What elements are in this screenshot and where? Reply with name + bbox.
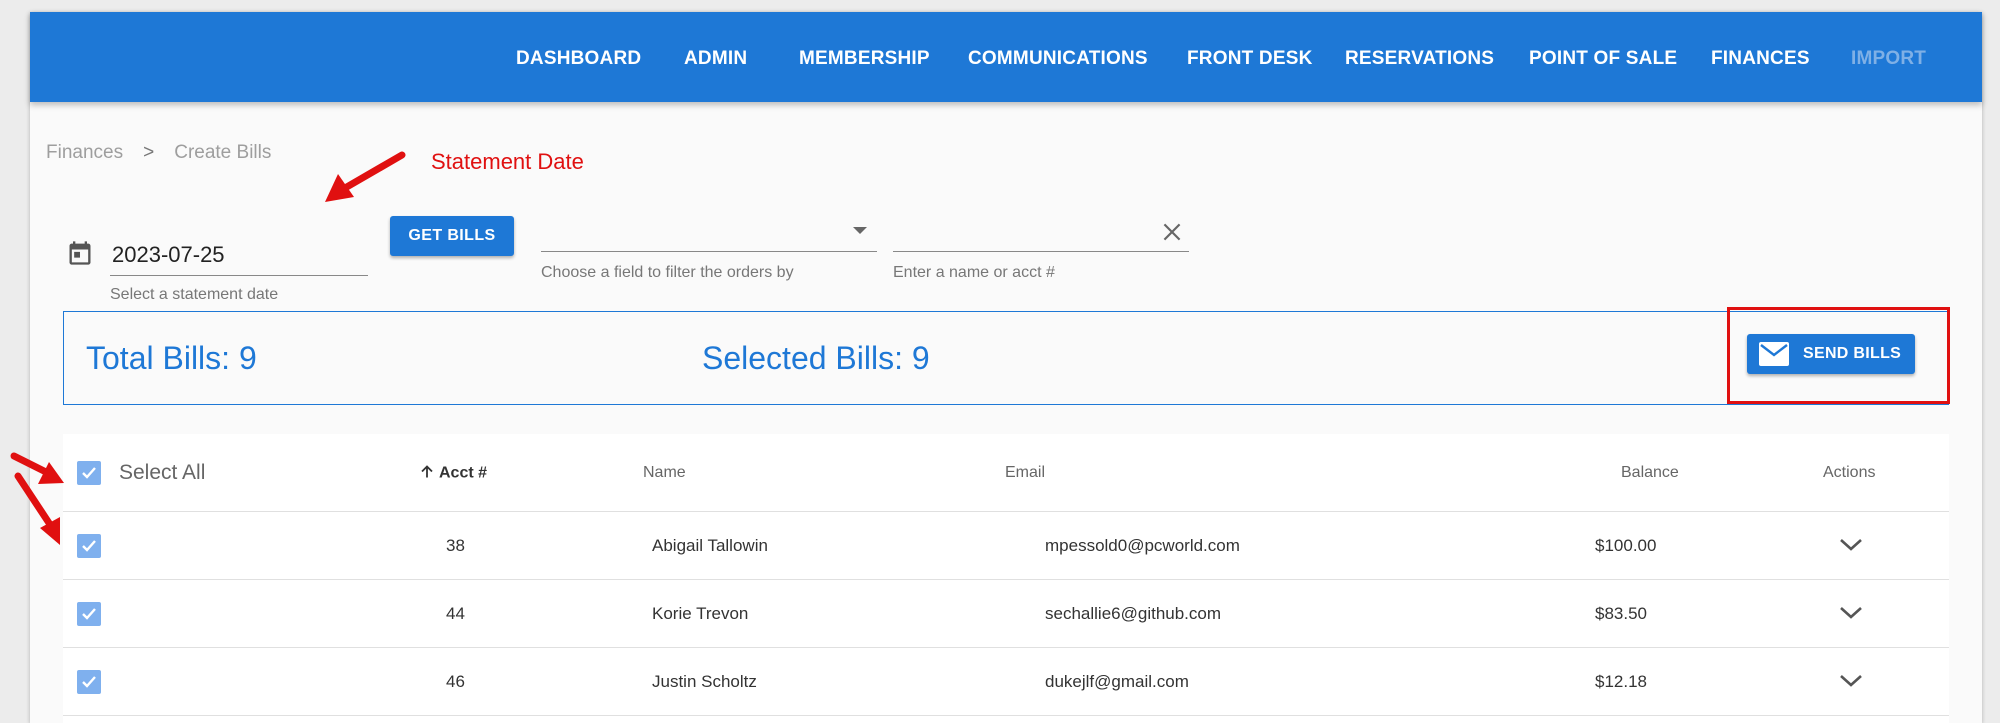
select-all-checkbox[interactable] <box>77 461 101 485</box>
nav-dashboard[interactable]: DASHBOARD <box>516 47 641 71</box>
expand-chevron-icon[interactable] <box>1838 670 1864 692</box>
table-row: 46 Justin Scholtz dukejlf@gmail.com $12.… <box>63 648 1949 716</box>
arrow-up-icon <box>421 465 433 478</box>
breadcrumb-separator: > <box>143 142 155 163</box>
dropdown-caret-icon <box>853 227 867 234</box>
bills-summary-card: Total Bills: 9 Selected Bills: 9 <box>63 311 1949 405</box>
top-navigation-bar: DASHBOARD ADMIN MEMBERSHIP COMMUNICATION… <box>30 12 1982 102</box>
nav-reservations[interactable]: RESERVATIONS <box>1345 47 1494 71</box>
clear-icon[interactable] <box>1159 219 1185 245</box>
checkmark-icon <box>82 467 96 479</box>
table-row: 38 Abigail Tallowin mpessold0@pcworld.co… <box>63 512 1949 580</box>
nav-front-desk[interactable]: FRONT DESK <box>1187 47 1313 71</box>
column-header-name[interactable]: Name <box>643 464 686 482</box>
cell-email: sechallie6@github.com <box>1045 604 1222 623</box>
breadcrumb: Finances > Create Bills <box>46 142 271 164</box>
cell-acct: 44 <box>446 604 465 623</box>
nav-membership[interactable]: MEMBERSHIP <box>799 47 930 71</box>
select-all-label: Select All <box>119 461 206 484</box>
nav-point-of-sale[interactable]: POINT OF SALE <box>1529 47 1677 71</box>
column-header-actions: Actions <box>1823 464 1876 481</box>
name-or-acct-search-input[interactable] <box>893 212 1189 252</box>
column-header-email[interactable]: Email <box>1005 464 1045 482</box>
table-row: 44 Korie Trevon sechallie6@github.com $8… <box>63 580 1949 648</box>
annotation-statement-date-label: Statement Date <box>431 149 584 174</box>
total-bills-count: Total Bills: 9 <box>86 340 257 376</box>
breadcrumb-current: Create Bills <box>174 142 272 163</box>
nav-communications[interactable]: COMMUNICATIONS <box>968 47 1148 71</box>
checkmark-icon <box>82 608 96 620</box>
send-bills-highlight-box <box>1727 307 1950 404</box>
cell-balance: $83.50 <box>1595 604 1647 623</box>
cell-name: Abigail Tallowin <box>652 536 768 555</box>
expand-chevron-icon[interactable] <box>1838 602 1864 624</box>
app-window: DASHBOARD ADMIN MEMBERSHIP COMMUNICATION… <box>30 12 1982 723</box>
cell-name: Justin Scholtz <box>652 672 757 691</box>
calendar-icon[interactable] <box>66 239 94 267</box>
breadcrumb-finances-link[interactable]: Finances <box>46 142 123 164</box>
row-checkbox[interactable] <box>77 670 101 694</box>
selected-bills-count: Selected Bills: 9 <box>702 340 930 376</box>
search-hint: Enter a name or acct # <box>893 264 1055 281</box>
cell-balance: $12.18 <box>1595 672 1647 691</box>
cell-acct: 38 <box>446 536 465 555</box>
expand-chevron-icon[interactable] <box>1838 534 1864 556</box>
cell-balance: $100.00 <box>1595 536 1657 555</box>
cell-email: mpessold0@pcworld.com <box>1045 536 1240 555</box>
row-checkbox[interactable] <box>77 602 101 626</box>
cell-acct: 46 <box>446 672 465 691</box>
column-header-acct[interactable]: Acct # <box>419 464 487 483</box>
filter-field-select[interactable] <box>541 212 877 252</box>
nav-finances[interactable]: FINANCES <box>1711 47 1810 71</box>
bills-table: Select All Acct # Name Email Balance Act… <box>63 434 1949 723</box>
nav-import[interactable]: IMPORT <box>1851 47 1926 71</box>
table-header: Select All Acct # Name Email Balance Act… <box>63 434 1949 512</box>
statement-date-input[interactable] <box>110 234 368 276</box>
column-header-acct-label: Acct # <box>439 464 488 482</box>
column-header-balance[interactable]: Balance <box>1621 464 1679 482</box>
row-checkbox[interactable] <box>77 534 101 558</box>
checkmark-icon <box>82 676 96 688</box>
cell-email: dukejlf@gmail.com <box>1045 672 1189 691</box>
statement-date-hint: Select a statement date <box>110 286 279 303</box>
nav-admin[interactable]: ADMIN <box>684 47 747 71</box>
filter-field-hint: Choose a field to filter the orders by <box>541 264 794 281</box>
cell-name: Korie Trevon <box>652 604 749 623</box>
checkmark-icon <box>82 540 96 552</box>
get-bills-button[interactable]: GET BILLS <box>390 216 514 256</box>
